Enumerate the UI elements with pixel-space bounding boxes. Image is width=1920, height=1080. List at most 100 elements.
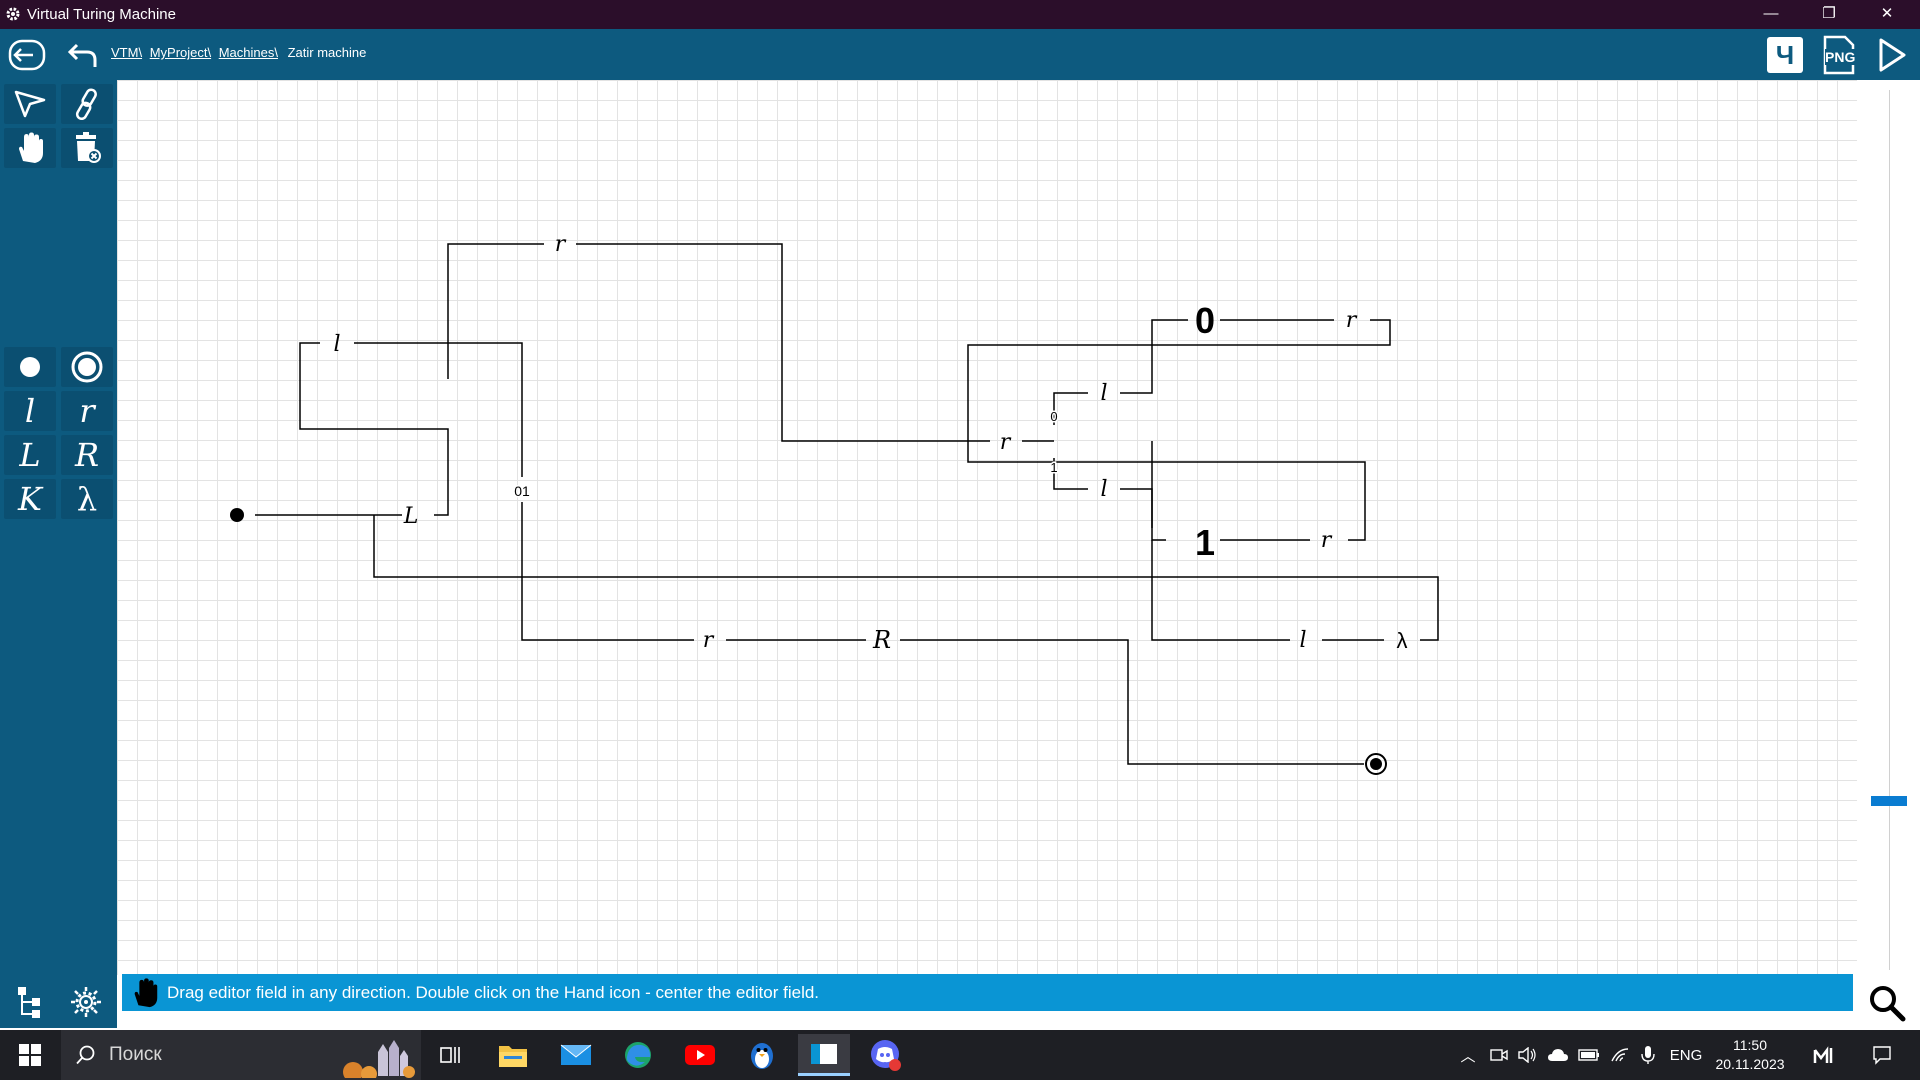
speaker-icon <box>1518 1047 1536 1063</box>
logout-icon <box>8 39 46 71</box>
windows-taskbar: Поиск ︿ ENG 11:50 20.11.2023 <box>0 1030 1920 1080</box>
youtube-app[interactable] <box>674 1034 726 1076</box>
scroll-thumb[interactable] <box>1871 796 1907 806</box>
palette-r[interactable]: r <box>61 391 113 431</box>
editor-field[interactable]: r l Lr l l 0 r 1 r r Rl λ 01 0 1 <box>117 80 1857 975</box>
node-n_l_bottom[interactable]: l <box>1299 628 1306 653</box>
settings-button[interactable] <box>64 980 108 1024</box>
play-icon <box>1879 38 1906 72</box>
mail-app[interactable] <box>550 1034 602 1076</box>
node-n_r_one[interactable]: r <box>1321 528 1333 553</box>
camera-icon <box>1490 1049 1508 1061</box>
start-node-tool[interactable] <box>4 347 56 387</box>
window-title: Virtual Turing Machine <box>27 6 176 23</box>
run-button[interactable] <box>1870 33 1914 77</box>
minimize-button[interactable]: — <box>1742 0 1800 29</box>
penguin-app[interactable] <box>736 1034 788 1076</box>
widgets-icon[interactable] <box>1808 1030 1840 1080</box>
onedrive-icon[interactable] <box>1543 1030 1573 1080</box>
microphone-icon[interactable] <box>1636 1030 1660 1080</box>
tree-view-button[interactable] <box>8 980 52 1024</box>
battery-icon[interactable] <box>1575 1030 1603 1080</box>
edge-label: 0 <box>1050 409 1057 424</box>
top-toolbar: VTM\ MyProject\ Machines\ Zatir machine … <box>0 29 1920 80</box>
hand-icon <box>19 132 43 163</box>
diagram-labels: rlLrll0 r1 rr Rl λ0101 <box>333 232 1407 654</box>
link-tool[interactable] <box>61 84 113 124</box>
clock[interactable]: 11:50 20.11.2023 <box>1710 1036 1790 1074</box>
palette-K[interactable]: K <box>4 479 56 519</box>
clock-date: 20.11.2023 <box>1715 1056 1785 1072</box>
export-png-button[interactable]: PNG <box>1817 33 1861 77</box>
search-icon <box>1870 986 1906 1022</box>
node-n_lambda[interactable]: λ <box>1397 628 1408 653</box>
end-node[interactable] <box>1365 753 1387 775</box>
select-tool[interactable] <box>4 84 56 124</box>
arrow-pointer-icon <box>14 90 46 118</box>
edge <box>447 243 544 281</box>
edge <box>576 243 990 442</box>
language-label: Ч <box>1767 37 1803 73</box>
node-n_r_bottom[interactable]: r <box>703 628 715 653</box>
node-n_r_mid[interactable]: r <box>1000 430 1012 455</box>
wifi-signal-icon <box>1611 1048 1629 1062</box>
node-n_one[interactable]: 1 <box>1195 522 1215 563</box>
close-button[interactable]: ✕ <box>1858 0 1916 29</box>
gear-app-icon <box>6 7 20 21</box>
notifications-icon[interactable] <box>1864 1030 1900 1080</box>
node-n_R[interactable]: R <box>872 626 891 654</box>
exit-button[interactable] <box>5 33 49 77</box>
breadcrumb-current: Zatir machine <box>287 45 367 60</box>
undo-button[interactable] <box>60 33 104 77</box>
speech-bubble-icon <box>1873 1046 1891 1065</box>
vtm-app[interactable] <box>798 1034 850 1076</box>
start-node[interactable] <box>230 508 244 522</box>
hand-tool[interactable] <box>4 128 56 168</box>
delete-tool[interactable] <box>61 128 113 168</box>
node-n_l_down[interactable]: l <box>1100 477 1107 502</box>
scroll-track <box>1889 90 1890 970</box>
status-hint: Drag editor field in any direction. Doub… <box>167 983 820 1002</box>
undo-icon <box>67 43 97 67</box>
meet-icon[interactable] <box>1486 1030 1512 1080</box>
node-n_zero[interactable]: 0 <box>1195 300 1215 341</box>
zoom-search-button[interactable] <box>1867 983 1911 1027</box>
language-button[interactable]: Ч <box>1763 33 1807 77</box>
node-n_r_zero[interactable]: r <box>1346 308 1358 333</box>
taskbar-search[interactable]: Поиск <box>61 1030 421 1080</box>
breadcrumb-myproject[interactable]: MyProject\ <box>150 45 211 60</box>
palette-L[interactable]: L <box>4 435 56 475</box>
node-n_l_up[interactable]: l <box>1100 381 1107 406</box>
edge-app[interactable] <box>612 1034 664 1076</box>
palette-R[interactable]: R <box>61 435 113 475</box>
cloud-icon <box>1548 1049 1568 1061</box>
node-n_r_top[interactable]: r <box>555 232 567 257</box>
start-button[interactable] <box>4 1034 56 1076</box>
edge <box>354 342 523 477</box>
task-view-button[interactable] <box>425 1034 477 1076</box>
breadcrumb-machines[interactable]: Machines\ <box>219 45 278 60</box>
search-placeholder: Поиск <box>109 1044 162 1065</box>
breadcrumb-vtm[interactable]: VTM\ <box>111 45 142 60</box>
trash-icon <box>76 132 101 163</box>
tray-overflow-icon[interactable]: ︿ <box>1455 1030 1481 1080</box>
end-node-tool[interactable] <box>61 347 113 387</box>
node-n_L[interactable]: L <box>403 504 419 529</box>
breadcrumb: VTM\ MyProject\ Machines\ Zatir machine <box>111 45 366 60</box>
palette-l[interactable]: l <box>4 391 56 431</box>
discord-app[interactable] <box>860 1034 912 1076</box>
file-explorer-app[interactable] <box>487 1034 539 1076</box>
windows-logo-icon <box>19 1044 41 1066</box>
wifi-icon[interactable] <box>1606 1030 1634 1080</box>
hand-icon <box>134 978 158 1008</box>
youtube-icon <box>685 1045 715 1065</box>
edge <box>967 319 1391 541</box>
restore-button[interactable]: ❐ <box>1800 0 1858 29</box>
volume-icon[interactable] <box>1514 1030 1540 1080</box>
palette-lambda[interactable]: λ <box>61 479 113 519</box>
mail-icon <box>560 1044 592 1065</box>
language-indicator[interactable]: ENG <box>1664 1030 1708 1080</box>
status-bar: Drag editor field in any direction. Doub… <box>122 974 1853 1011</box>
node-n_l_left[interactable]: l <box>333 332 340 357</box>
penguin-icon <box>751 1043 773 1069</box>
